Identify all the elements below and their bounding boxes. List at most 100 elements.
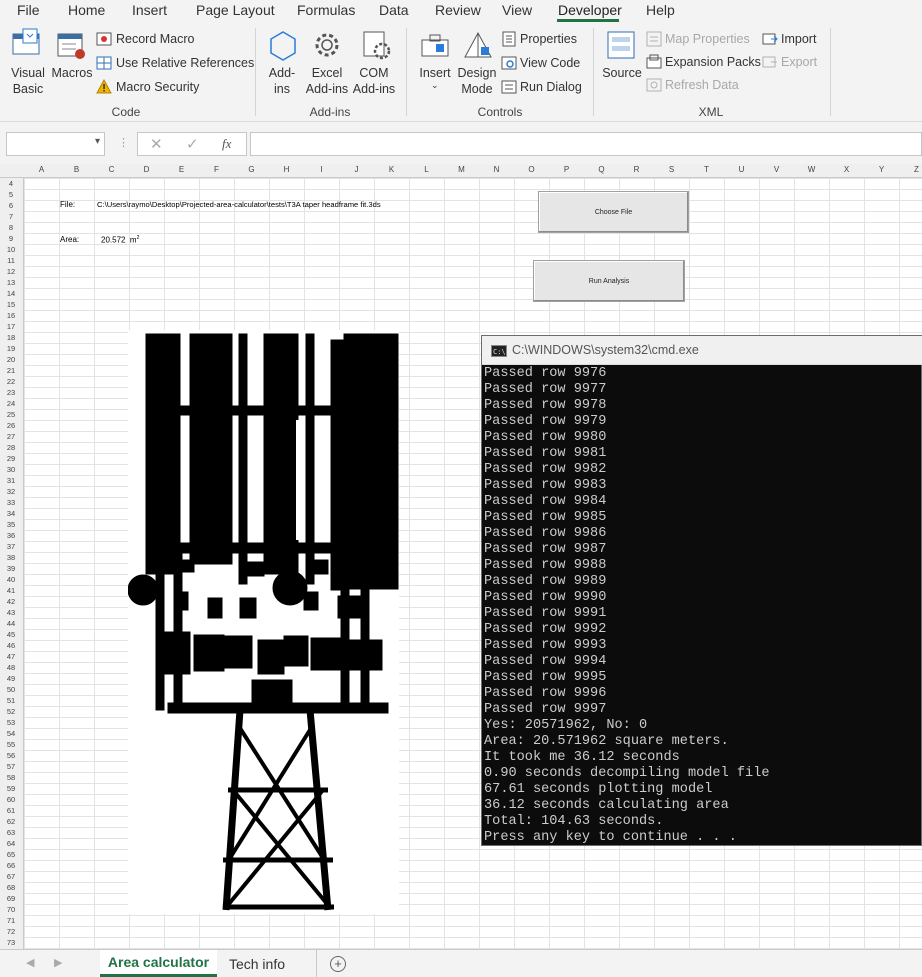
row-header[interactable]: 63	[0, 828, 22, 837]
row-header[interactable]: 67	[0, 872, 22, 881]
row-header[interactable]: 54	[0, 729, 22, 738]
tab-data[interactable]: Data	[379, 2, 409, 18]
row-header[interactable]: 64	[0, 839, 22, 848]
export-button[interactable]: Export	[781, 55, 817, 69]
column-header[interactable]: K	[374, 165, 409, 174]
row-header[interactable]: 49	[0, 674, 22, 683]
row-header[interactable]: 69	[0, 894, 22, 903]
row-header[interactable]: 58	[0, 773, 22, 782]
row-header[interactable]: 24	[0, 399, 22, 408]
row-header[interactable]: 30	[0, 465, 22, 474]
column-header[interactable]: R	[619, 165, 654, 174]
column-header[interactable]: L	[409, 165, 444, 174]
drag-handle-icon[interactable]: ⋮	[118, 136, 129, 149]
tab-home[interactable]: Home	[68, 2, 105, 18]
row-header[interactable]: 33	[0, 498, 22, 507]
column-header[interactable]: P	[549, 165, 584, 174]
row-header[interactable]: 36	[0, 531, 22, 540]
row-header[interactable]: 52	[0, 707, 22, 716]
row-header[interactable]: 62	[0, 817, 22, 826]
projected-area-image[interactable]	[127, 330, 399, 914]
row-header[interactable]: 53	[0, 718, 22, 727]
row-header[interactable]: 71	[0, 916, 22, 925]
row-header[interactable]: 44	[0, 619, 22, 628]
row-header[interactable]: 32	[0, 487, 22, 496]
row-header[interactable]: 31	[0, 476, 22, 485]
row-header[interactable]: 73	[0, 938, 22, 947]
column-header[interactable]: O	[514, 165, 549, 174]
column-header[interactable]: U	[724, 165, 759, 174]
row-header[interactable]: 66	[0, 861, 22, 870]
row-header[interactable]: 70	[0, 905, 22, 914]
row-header[interactable]: 4	[0, 179, 22, 188]
row-header[interactable]: 14	[0, 289, 22, 298]
column-header[interactable]: Y	[864, 165, 899, 174]
column-header[interactable]: J	[339, 165, 374, 174]
row-header[interactable]: 48	[0, 663, 22, 672]
row-header[interactable]: 18	[0, 333, 22, 342]
confirm-icon[interactable]: ✓	[186, 135, 199, 153]
row-header[interactable]: 68	[0, 883, 22, 892]
tab-developer[interactable]: Developer	[558, 2, 622, 18]
row-header[interactable]: 20	[0, 355, 22, 364]
row-header[interactable]: 8	[0, 223, 22, 232]
refresh-data-button[interactable]: Refresh Data	[665, 78, 739, 92]
row-header[interactable]: 59	[0, 784, 22, 793]
row-header[interactable]: 41	[0, 586, 22, 595]
tab-view[interactable]: View	[502, 2, 532, 18]
column-header[interactable]: E	[164, 165, 199, 174]
row-header[interactable]: 43	[0, 608, 22, 617]
column-header[interactable]: D	[129, 165, 164, 174]
tab-insert[interactable]: Insert	[132, 2, 167, 18]
column-header[interactable]: A	[24, 165, 59, 174]
import-button[interactable]: Import	[781, 32, 816, 46]
column-header[interactable]: F	[199, 165, 234, 174]
row-header[interactable]: 29	[0, 454, 22, 463]
cancel-icon[interactable]: ✕	[150, 135, 163, 153]
tab-review[interactable]: Review	[435, 2, 481, 18]
column-header[interactable]: T	[689, 165, 724, 174]
row-header[interactable]: 19	[0, 344, 22, 353]
add-sheet-icon[interactable]: +	[330, 956, 346, 972]
sheet-tab-tech-info[interactable]: Tech info	[220, 950, 294, 977]
column-header[interactable]: Z	[899, 165, 922, 174]
column-header[interactable]: G	[234, 165, 269, 174]
row-header[interactable]: 47	[0, 652, 22, 661]
use-relative-references-button[interactable]: Use Relative References	[116, 56, 254, 70]
scroll-right-icon[interactable]: ▶	[54, 956, 62, 969]
map-properties-button[interactable]: Map Properties	[665, 32, 750, 46]
row-header[interactable]: 10	[0, 245, 22, 254]
row-header[interactable]: 17	[0, 322, 22, 331]
row-header[interactable]: 57	[0, 762, 22, 771]
sheet-tab-area-calculator[interactable]: Area calculator	[100, 950, 217, 977]
row-header[interactable]: 55	[0, 740, 22, 749]
run-analysis-button[interactable]: Run Analysis	[533, 260, 685, 302]
properties-button[interactable]: Properties	[520, 32, 577, 46]
row-header[interactable]: 22	[0, 377, 22, 386]
row-header[interactable]: 51	[0, 696, 22, 705]
row-header[interactable]: 72	[0, 927, 22, 936]
name-box[interactable]: ▾	[6, 132, 105, 156]
formula-input[interactable]	[250, 132, 922, 156]
row-header[interactable]: 16	[0, 311, 22, 320]
view-code-button[interactable]: View Code	[520, 56, 580, 70]
chevron-down-icon[interactable]: ▾	[95, 136, 100, 147]
row-header[interactable]: 28	[0, 443, 22, 452]
row-header[interactable]: 45	[0, 630, 22, 639]
row-header[interactable]: 15	[0, 300, 22, 309]
row-header[interactable]: 21	[0, 366, 22, 375]
tab-file[interactable]: File	[17, 2, 40, 18]
row-header[interactable]: 38	[0, 553, 22, 562]
column-header[interactable]: C	[94, 165, 129, 174]
row-header[interactable]: 65	[0, 850, 22, 859]
row-header[interactable]: 25	[0, 410, 22, 419]
column-header[interactable]: V	[759, 165, 794, 174]
row-header[interactable]: 12	[0, 267, 22, 276]
cmd-title-bar[interactable]: C:\ C:\WINDOWS\system32\cmd.exe	[482, 336, 922, 365]
scroll-left-icon[interactable]: ◀	[26, 956, 34, 969]
column-header[interactable]: X	[829, 165, 864, 174]
column-header[interactable]: M	[444, 165, 479, 174]
row-header[interactable]: 5	[0, 190, 22, 199]
column-header[interactable]: N	[479, 165, 514, 174]
row-header[interactable]: 26	[0, 421, 22, 430]
